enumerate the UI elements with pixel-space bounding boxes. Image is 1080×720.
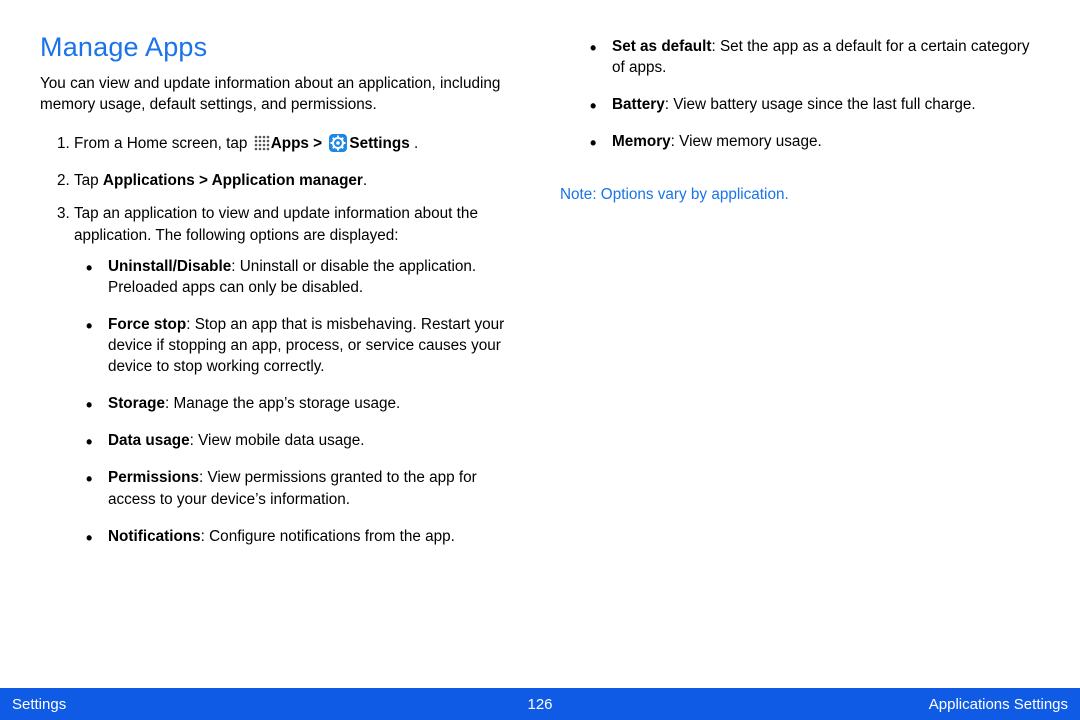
option-term: Battery bbox=[612, 96, 665, 113]
note-text: : Options vary by application. bbox=[592, 186, 788, 203]
step-1: From a Home screen, tap Apps > Settings … bbox=[74, 133, 520, 158]
gear-icon bbox=[329, 134, 347, 158]
options-list-right: Set as default: Set the app as a default… bbox=[560, 36, 1040, 168]
option-item: Data usage: View mobile data usage. bbox=[86, 430, 516, 451]
option-item: Battery: View battery usage since the la… bbox=[590, 94, 1040, 115]
option-desc: : View mobile data usage. bbox=[190, 432, 365, 449]
option-term: Notifications bbox=[108, 528, 201, 545]
option-term: Permissions bbox=[108, 469, 199, 486]
apps-icon bbox=[254, 135, 270, 157]
option-desc: : View battery usage since the last full… bbox=[665, 96, 976, 113]
option-item: Notifications: Configure notifications f… bbox=[86, 526, 516, 547]
intro-paragraph: You can view and update information abou… bbox=[40, 73, 520, 115]
step1-suffix: . bbox=[410, 135, 419, 152]
step2-prefix: Tap bbox=[74, 172, 103, 189]
option-item: Permissions: View permissions granted to… bbox=[86, 467, 516, 509]
option-desc: : Configure notifications from the app. bbox=[201, 528, 455, 545]
option-desc: : View memory usage. bbox=[671, 133, 822, 150]
footer-left: Settings bbox=[12, 696, 527, 713]
footer-right: Applications Settings bbox=[553, 696, 1068, 713]
step2-suffix: . bbox=[363, 172, 367, 189]
option-term: Set as default bbox=[612, 38, 711, 55]
note: Note: Options vary by application. bbox=[560, 184, 1040, 205]
option-item: Set as default: Set the app as a default… bbox=[590, 36, 1040, 78]
footer-page-number: 126 bbox=[527, 696, 552, 713]
note-label: Note bbox=[560, 186, 592, 203]
step1-settings-label: Settings bbox=[349, 135, 409, 152]
option-term: Storage bbox=[108, 395, 165, 412]
section-title: Manage Apps bbox=[40, 32, 520, 63]
option-item: Storage: Manage the app’s storage usage. bbox=[86, 393, 516, 414]
page-footer: Settings 126 Applications Settings bbox=[0, 688, 1080, 720]
step2-bold: Applications > Application manager bbox=[103, 172, 363, 189]
option-term: Data usage bbox=[108, 432, 190, 449]
step-3: Tap an application to view and update in… bbox=[74, 203, 520, 546]
step-2: Tap Applications > Application manager. bbox=[74, 170, 520, 191]
step3-text: Tap an application to view and update in… bbox=[74, 205, 478, 243]
option-desc: : Manage the app’s storage usage. bbox=[165, 395, 400, 412]
step1-prefix: From a Home screen, tap bbox=[74, 135, 252, 152]
option-item: Memory: View memory usage. bbox=[590, 131, 1040, 152]
option-item: Uninstall/Disable: Uninstall or disable … bbox=[86, 256, 516, 298]
option-term: Memory bbox=[612, 133, 671, 150]
option-term: Force stop bbox=[108, 316, 186, 333]
step1-apps-label: Apps > bbox=[271, 135, 327, 152]
options-list-left: Uninstall/Disable: Uninstall or disable … bbox=[74, 256, 516, 547]
option-term: Uninstall/Disable bbox=[108, 258, 231, 275]
option-item: Force stop: Stop an app that is misbehav… bbox=[86, 314, 516, 377]
